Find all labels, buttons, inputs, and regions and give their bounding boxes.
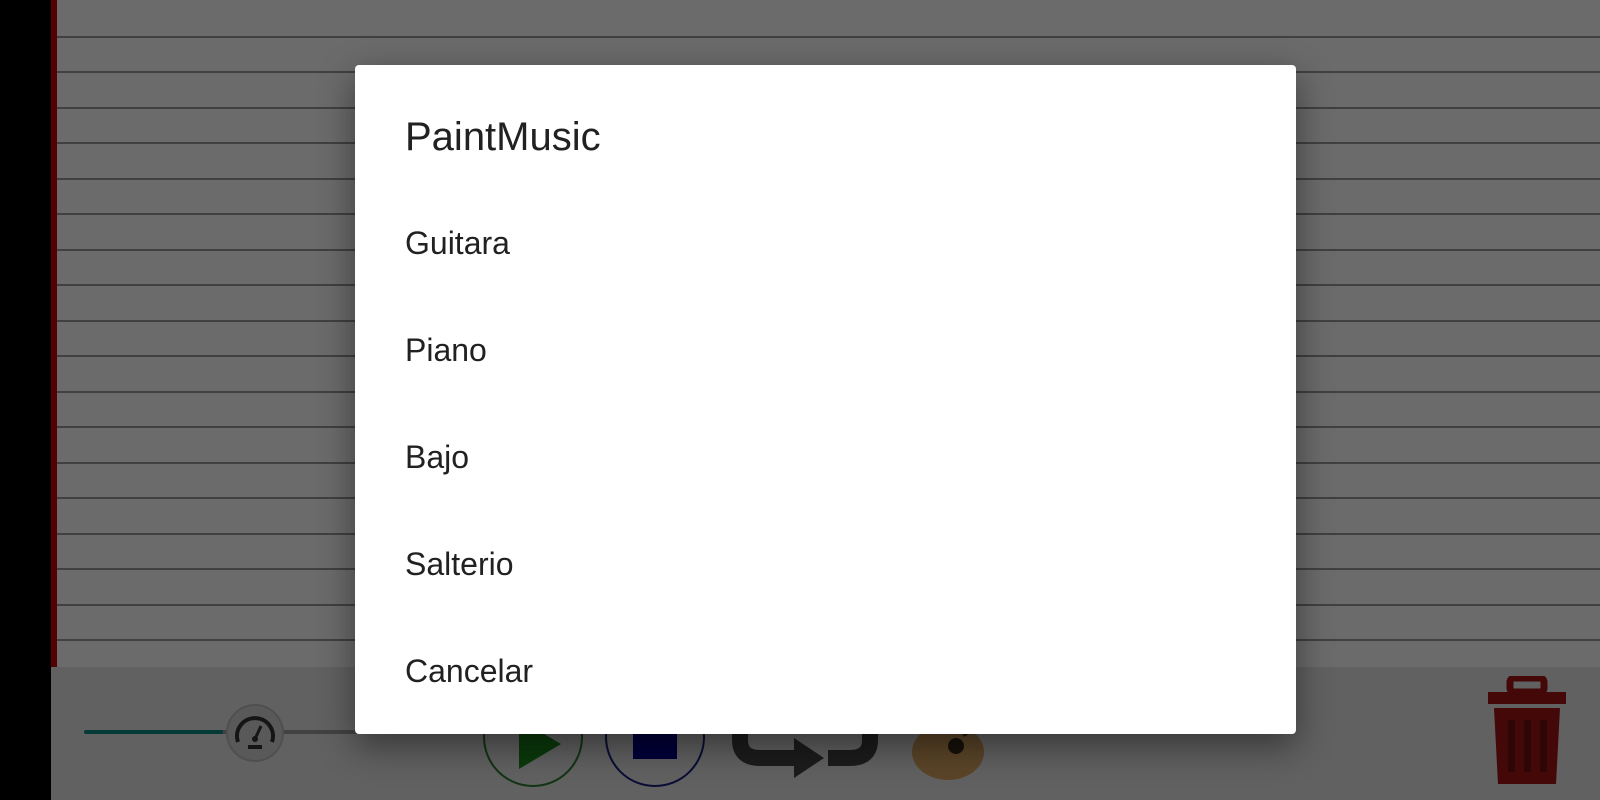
instrument-menu: Guitara Piano Bajo Salterio Cancelar [355, 190, 1296, 725]
dialog-title: PaintMusic [405, 115, 601, 159]
menu-item-guitara[interactable]: Guitara [355, 190, 1296, 297]
instrument-dialog: PaintMusic Guitara Piano Bajo Salterio C… [355, 65, 1296, 734]
menu-item-cancelar[interactable]: Cancelar [355, 618, 1296, 725]
menu-item-salterio[interactable]: Salterio [355, 511, 1296, 618]
menu-item-bajo[interactable]: Bajo [355, 404, 1296, 511]
menu-item-piano[interactable]: Piano [355, 297, 1296, 404]
